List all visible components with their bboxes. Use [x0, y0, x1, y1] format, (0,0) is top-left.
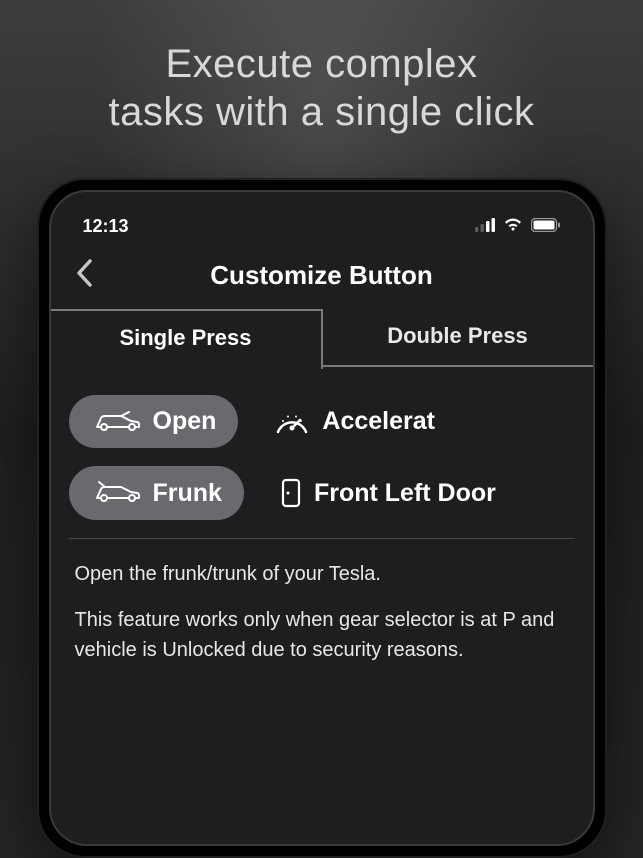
- status-indicators: [475, 216, 561, 237]
- cellular-icon: [475, 216, 495, 237]
- tab-single-press[interactable]: Single Press: [51, 309, 323, 369]
- page-header: Customize Button: [51, 246, 593, 309]
- promo-line-1: Execute complex: [165, 42, 477, 86]
- battery-icon: [531, 216, 561, 237]
- device-screen: 12:13 Customize Button Single Pre: [49, 190, 595, 846]
- tab-bar: Single Press Double Press: [51, 309, 593, 367]
- action-row-2: Frunk Front Left Door: [69, 466, 575, 520]
- content-area: Open Accelerat Frunk: [51, 367, 593, 844]
- description-paragraph-1: Open the frunk/trunk of your Tesla.: [75, 559, 569, 589]
- status-time: 12:13: [83, 216, 129, 237]
- action-label: Frunk: [153, 479, 222, 508]
- promo-heading: Execute complex tasks with a single clic…: [0, 40, 643, 136]
- door-icon: [280, 478, 302, 508]
- wifi-icon: [503, 216, 523, 237]
- action-frunk[interactable]: Frunk: [69, 466, 244, 520]
- action-row-1: Open Accelerat: [69, 395, 575, 448]
- action-open[interactable]: Open: [69, 395, 239, 448]
- chevron-left-icon: [75, 258, 93, 288]
- action-label: Accelerat: [322, 407, 435, 436]
- gauge-icon: [274, 408, 310, 436]
- tab-double-press[interactable]: Double Press: [323, 309, 593, 367]
- action-accelerate[interactable]: Accelerat: [252, 395, 457, 448]
- back-button[interactable]: [75, 258, 93, 293]
- divider: [69, 538, 575, 539]
- device-frame: 12:13 Customize Button Single Pre: [37, 178, 607, 858]
- tab-label: Double Press: [387, 323, 528, 348]
- action-label: Front Left Door: [314, 479, 496, 508]
- action-label: Open: [153, 407, 217, 436]
- car-frunk-icon: [91, 480, 141, 506]
- description-paragraph-2: This feature works only when gear select…: [75, 605, 569, 665]
- car-trunk-icon: [91, 409, 141, 435]
- description: Open the frunk/trunk of your Tesla. This…: [69, 559, 575, 665]
- page-title: Customize Button: [71, 260, 573, 291]
- tab-label: Single Press: [119, 325, 251, 350]
- promo-line-2: tasks with a single click: [109, 90, 535, 134]
- status-bar: 12:13: [51, 206, 593, 246]
- action-front-left-door[interactable]: Front Left Door: [258, 466, 518, 520]
